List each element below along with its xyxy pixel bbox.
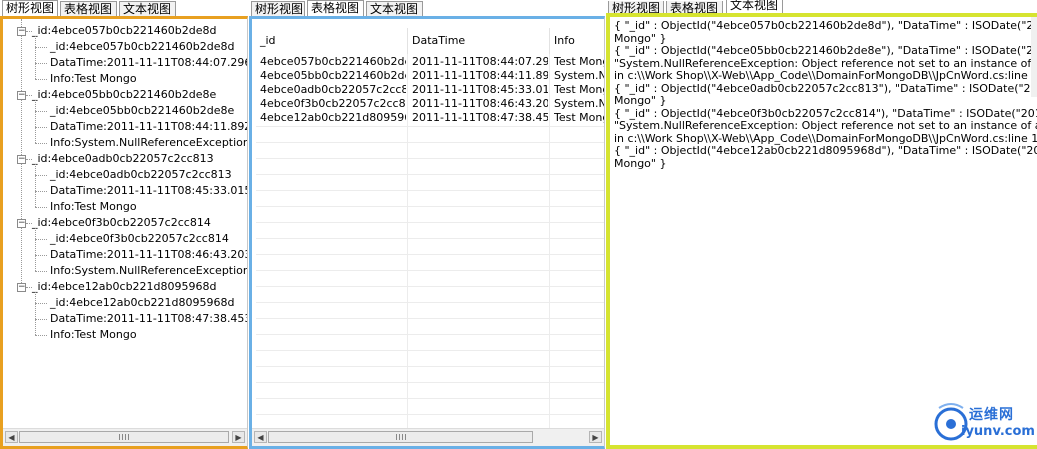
tree-node-document[interactable]: _id:4ebce05bb0cb221460b2de8e xyxy=(32,87,216,103)
table-cell: 2011-11-11T08:47:38.453Z xyxy=(412,111,548,124)
tree-frame: − _id:4ebce057b0cb221460b2de8d _id:4ebce05… xyxy=(0,16,248,449)
tree-node-document[interactable]: _id:4ebce057b0cb221460b2de8d xyxy=(32,23,217,39)
tree-node-field[interactable]: DataTime:2011-11-11T08:44:11.89Z xyxy=(50,119,247,135)
scroll-left-icon[interactable]: ◀ xyxy=(254,431,267,443)
scroll-right-icon[interactable]: ▶ xyxy=(232,431,245,443)
tree-node-document[interactable]: _id:4ebce12ab0cb221d8095968d xyxy=(32,279,217,295)
tree-node-field[interactable]: _id:4ebce0adb0cb22057c2cc813 xyxy=(50,167,232,183)
table-cell: Test Mongo xyxy=(554,83,604,96)
json-text-line: Mongo" } xyxy=(614,156,667,170)
tree-collapse-icon[interactable]: − xyxy=(17,219,26,228)
tree-horizontal-scrollbar[interactable]: ◀ ▶ xyxy=(3,428,247,446)
data-grid[interactable]: _id DataTime Info 4ebce057b0cb221460b2de… xyxy=(252,19,604,429)
watermark-url: iyunv.com xyxy=(961,424,1035,439)
table-row[interactable]: 4ebce0f3b0cb22057c2cc814 2011-11-11T08:46… xyxy=(252,97,604,111)
tree-collapse-icon[interactable]: − xyxy=(17,91,26,100)
table-cell: 2011-11-11T08:44:11.89Z xyxy=(412,69,548,82)
tab-text-view[interactable]: 文本视图 xyxy=(119,1,176,16)
tab-grid-view[interactable]: 表格视图 xyxy=(60,1,117,16)
table-cell: 4ebce0adb0cb22057c2cc813 xyxy=(260,83,406,96)
tree-collapse-icon[interactable]: − xyxy=(17,283,26,292)
tree-view-panel: 树形视图 表格视图 文本视图 − _id:4ebce057b0cb221460b2… xyxy=(0,0,248,449)
tree-node-field[interactable]: DataTime:2011-11-11T08:44:07.296Z xyxy=(50,55,247,71)
json-text-line: in c:\\Work Shop\\X-Web\\App_Code\\Domai… xyxy=(614,69,1037,82)
json-text-line: { "_id" : ObjectId("4ebce057b0cb221460b2… xyxy=(614,19,1037,32)
column-header-datatime[interactable]: DataTime xyxy=(408,28,550,54)
scroll-right-icon[interactable]: ▶ xyxy=(589,431,602,443)
tree-node-document[interactable]: _id:4ebce0adb0cb22057c2cc813 xyxy=(32,151,214,167)
json-text-line: { "_id" : ObjectId("4ebce05bb0cb221460b2… xyxy=(614,44,1037,57)
table-cell: 2011-11-11T08:45:33.015Z xyxy=(412,83,548,96)
watermark: 运维网 iyunv.com xyxy=(931,398,1035,444)
table-cell: 4ebce057b0cb221460b2de8d xyxy=(260,55,406,68)
tree-node-field[interactable]: _id:4ebce0f3b0cb22057c2cc814 xyxy=(50,231,229,247)
json-text-line: "System.NullReferenceException: Object r… xyxy=(614,119,1037,132)
table-cell: 2011-11-11T08:46:43.203Z xyxy=(412,97,548,110)
table-cell: 2011-11-11T08:44:07.296Z xyxy=(412,55,548,68)
table-cell: Test Mongo xyxy=(554,55,604,68)
tab-text-view[interactable]: 文本视图 xyxy=(366,1,423,16)
tree-node-field[interactable]: Info:Test Mongo xyxy=(50,199,137,215)
scroll-thumb[interactable] xyxy=(268,431,533,443)
table-cell: 4ebce0f3b0cb22057c2cc814 xyxy=(260,97,406,110)
column-header-id[interactable]: _id xyxy=(256,28,408,54)
grid-frame: _id DataTime Info 4ebce057b0cb221460b2de… xyxy=(249,16,605,449)
table-cell: Test Mongo xyxy=(554,111,604,124)
json-text-line: { "_id" : ObjectId("4ebce0adb0cb22057c2c… xyxy=(614,81,1037,95)
table-row[interactable]: 4ebce12ab0cb221d8095968d 2011-11-11T08:47… xyxy=(252,111,604,125)
tree-node-field[interactable]: _id:4ebce05bb0cb221460b2de8e xyxy=(50,103,234,119)
grid-panel-tabbar: 树形视图 表格视图 文本视图 xyxy=(249,0,605,16)
grid-horizontal-scrollbar[interactable]: ◀ ▶ xyxy=(252,428,604,446)
tab-text-view[interactable]: 文本视图 xyxy=(726,0,783,13)
table-row[interactable]: 4ebce05bb0cb221460b2de8e 2011-11-11T08:44… xyxy=(252,69,604,83)
json-text-area[interactable]: { "_id" : ObjectId("4ebce057b0cb221460b2… xyxy=(610,17,1037,445)
vertical-scrollbar[interactable] xyxy=(1031,17,1037,97)
scroll-thumb[interactable] xyxy=(19,431,229,443)
tree-node-field[interactable]: _id:4ebce057b0cb221460b2de8d xyxy=(50,39,235,55)
text-frame: { "_id" : ObjectId("4ebce057b0cb221460b2… xyxy=(606,13,1037,449)
tab-tree-view[interactable]: 树形视图 xyxy=(2,0,58,16)
tab-tree-view[interactable]: 树形视图 xyxy=(251,1,305,16)
grid-view-panel: 树形视图 表格视图 文本视图 _id DataTime Info 4ebce05… xyxy=(249,0,605,449)
tree-node-field[interactable]: Info:System.NullReferenceException: Obje… xyxy=(50,263,247,279)
table-row[interactable]: 4ebce0adb0cb22057c2cc813 2011-11-11T08:45… xyxy=(252,83,604,97)
tree-node-field[interactable]: DataTime:2011-11-11T08:46:43.203Z xyxy=(50,247,247,263)
table-cell: System.NullReferenceException xyxy=(554,69,604,82)
tree-node-document[interactable]: _id:4ebce0f3b0cb22057c2cc814 xyxy=(32,215,211,231)
table-row[interactable]: 4ebce057b0cb221460b2de8d 2011-11-11T08:44… xyxy=(252,55,604,69)
tree-node-field[interactable]: DataTime:2011-11-11T08:47:38.453Z xyxy=(50,311,247,327)
text-view-panel: 树形视图 表格视图 文本视图 { "_id" : ObjectId("4ebce… xyxy=(606,0,1037,449)
json-text-line: Mongo" } xyxy=(614,94,667,107)
json-text-line: { "_id" : ObjectId("4ebce12ab0cb221d8095… xyxy=(614,144,1037,157)
tree-collapse-icon[interactable]: − xyxy=(17,155,26,164)
tree-view[interactable]: − _id:4ebce057b0cb221460b2de8d _id:4ebce05… xyxy=(3,19,247,429)
watermark-brand: 运维网 xyxy=(969,407,1014,423)
tree-node-field[interactable]: _id:4ebce12ab0cb221d8095968d xyxy=(50,295,235,311)
column-header-info[interactable]: Info xyxy=(550,28,604,54)
tab-grid-view[interactable]: 表格视图 xyxy=(307,0,364,16)
scroll-left-icon[interactable]: ◀ xyxy=(5,431,18,443)
tree-panel-tabbar: 树形视图 表格视图 文本视图 xyxy=(0,0,248,16)
table-cell: 4ebce05bb0cb221460b2de8e xyxy=(260,69,406,82)
tree-node-field[interactable]: Info:Test Mongo xyxy=(50,71,137,87)
tree-node-field[interactable]: Info:System.NullReferenceException: Obje… xyxy=(50,135,247,151)
tree-collapse-icon[interactable]: − xyxy=(17,27,26,36)
tree-node-field[interactable]: Info:Test Mongo xyxy=(50,327,137,343)
tree-node-field[interactable]: DataTime:2011-11-11T08:45:33.015Z xyxy=(50,183,247,199)
table-cell: System.NullReferenceException xyxy=(554,97,604,110)
table-cell: 4ebce12ab0cb221d8095968d xyxy=(260,111,406,124)
